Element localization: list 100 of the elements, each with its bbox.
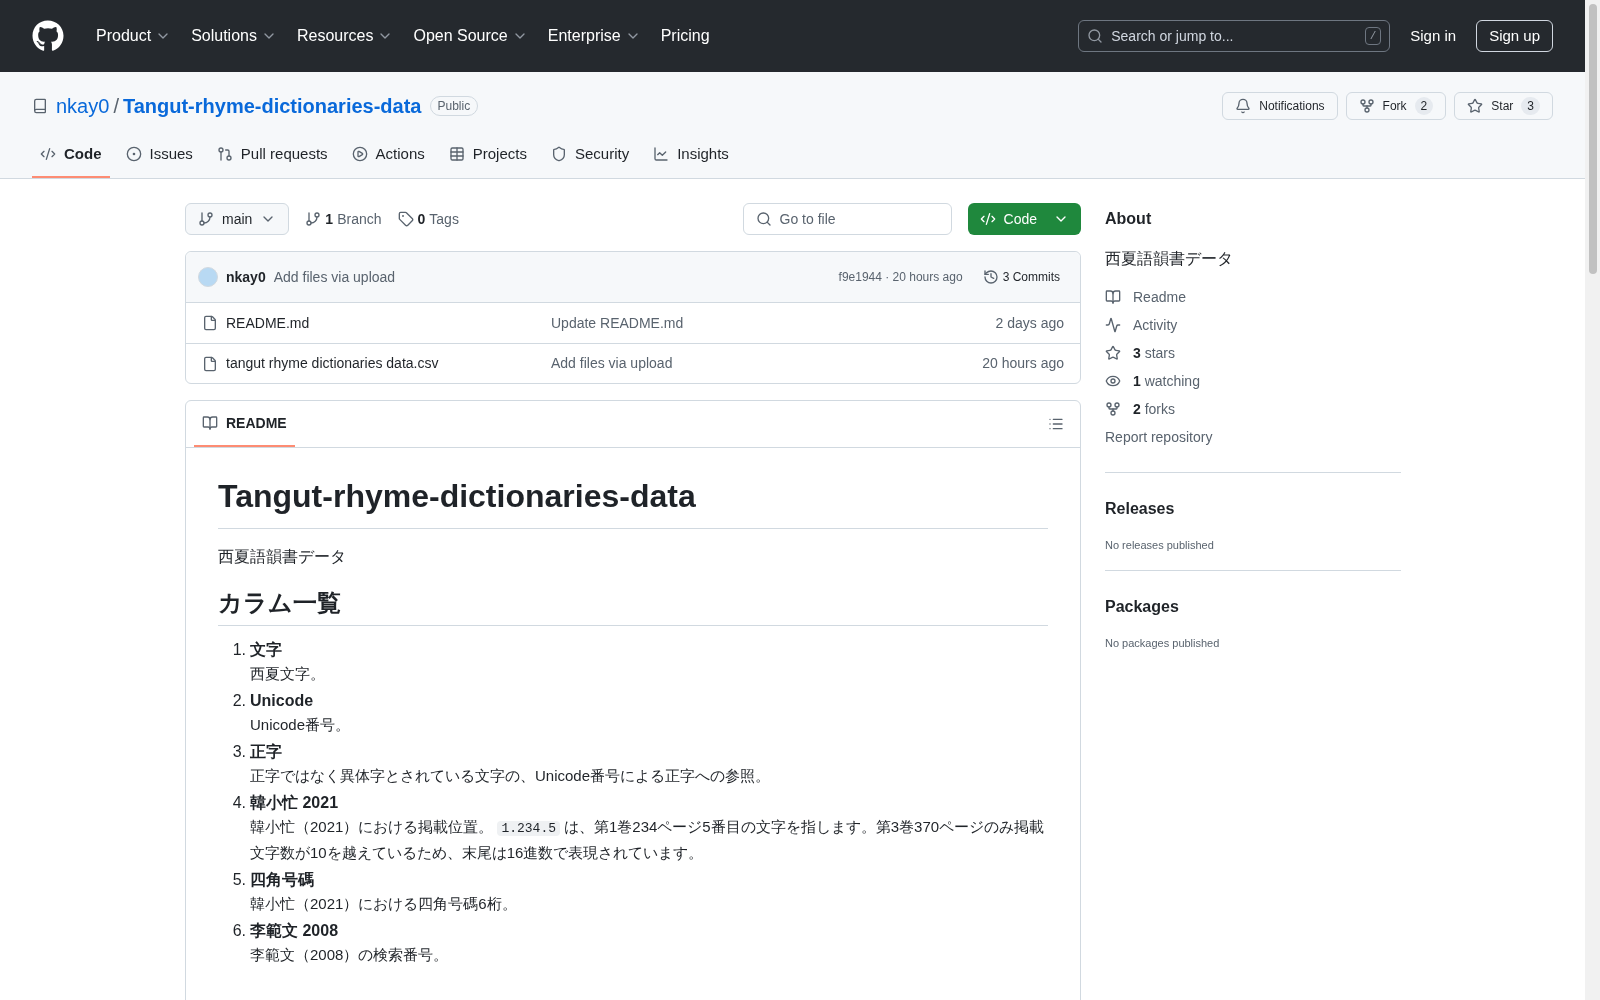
- about-description: 西夏語韻書データ: [1105, 249, 1234, 269]
- commit-author[interactable]: nkay0: [226, 266, 266, 288]
- repo-name-link[interactable]: Tangut-rhyme-dictionaries-data: [122, 91, 422, 121]
- count-label: 3: [1521, 97, 1540, 115]
- commit-message-link[interactable]: Add files via upload: [551, 353, 673, 374]
- repo-action-button[interactable]: Star 3: [1454, 92, 1553, 120]
- go-to-file-input[interactable]: Go to file: [779, 208, 939, 230]
- file-time: 20 hours ago: [982, 354, 1064, 373]
- column-description: Unicode番号。: [250, 715, 351, 735]
- nav-menu-item[interactable]: Enterprise: [539, 20, 649, 52]
- book-icon: [1105, 289, 1121, 305]
- github-logo-icon[interactable]: [32, 20, 64, 52]
- go-to-file-field[interactable]: Go to file: [742, 203, 952, 235]
- releases-note: No releases published: [1105, 538, 1215, 553]
- outline-icon[interactable]: [1048, 416, 1064, 432]
- avatar: [198, 267, 218, 287]
- column-name: 韓小忙 2021: [250, 793, 340, 813]
- nav-menu-item[interactable]: Resources: [288, 20, 402, 52]
- column-description: 正字ではなく異体字とされている文字の、Unicode番号による正字への参照。: [250, 766, 771, 786]
- column-name: 正字: [250, 742, 283, 762]
- repo-tab[interactable]: Insights: [645, 132, 737, 178]
- section-heading: カラム一覧: [218, 585, 1048, 626]
- nav-menu-item[interactable]: Solutions: [183, 20, 285, 52]
- about-heading: About: [1105, 209, 1153, 229]
- list-number: 5.: [231, 870, 247, 890]
- file-name-link[interactable]: README.md: [226, 312, 551, 334]
- column-description: 西夏文字。: [250, 664, 325, 684]
- repo-tab[interactable]: Projects: [440, 132, 535, 178]
- branches-link[interactable]: 1 Branch: [305, 208, 382, 230]
- code-icon: [979, 211, 996, 227]
- report-link[interactable]: Report repository: [1105, 427, 1401, 448]
- code-button[interactable]: Code: [967, 203, 1081, 235]
- about-link[interactable]: 2 forks: [1105, 399, 1401, 419]
- branch-icon: [305, 211, 322, 227]
- column-name: Unicode: [250, 691, 315, 711]
- sign-up-button[interactable]: Sign up: [1476, 20, 1553, 52]
- about-link[interactable]: Activity: [1105, 315, 1401, 335]
- book-icon: [202, 415, 218, 431]
- repo-tab[interactable]: Actions: [343, 132, 433, 178]
- list-number: 6.: [231, 921, 247, 941]
- list-number: 4.: [231, 793, 247, 813]
- list-number: 2.: [231, 691, 247, 711]
- column-description: 韓小忙（2021）における掲載位置。 1.234.5 は、第1巻234ページ5番目の文字を指します。第3巻370ページのみ掲載文字数が10を越えているため、末尾は16進数で表現されています。: [250, 817, 1046, 863]
- repo-tab[interactable]: Code: [32, 132, 110, 178]
- tag-icon: [397, 211, 414, 227]
- commit-message-link[interactable]: Update README.md: [551, 312, 684, 334]
- commit-hash-time: f9e1944 · 20 hours ago: [838, 269, 963, 286]
- nav-menu-item[interactable]: Product: [88, 20, 180, 52]
- search-field[interactable]: Search or jump to... /: [1078, 20, 1391, 52]
- packages-heading: Packages: [1105, 596, 1180, 617]
- repo-tab[interactable]: Security: [542, 132, 638, 178]
- branch-select[interactable]: main: [185, 203, 290, 235]
- list-number: 3.: [231, 742, 247, 762]
- scrollbar[interactable]: [1585, 0, 1600, 1000]
- branch-icon: [198, 211, 214, 227]
- tags-link[interactable]: 0 Tags: [397, 208, 459, 230]
- circle-dot-icon: [125, 146, 142, 162]
- shield-icon: [550, 146, 567, 162]
- repo-icon: [32, 98, 48, 114]
- path-separator: /: [113, 94, 119, 119]
- repo-tab[interactable]: Issues: [117, 132, 201, 178]
- about-link[interactable]: 3 stars: [1105, 343, 1401, 363]
- commit-message[interactable]: Add files via upload: [273, 266, 396, 288]
- history-icon: [982, 269, 999, 285]
- packages-note: No packages published: [1105, 635, 1221, 651]
- search-input[interactable]: Search or jump to...: [1111, 25, 1357, 47]
- column-name: 李範文 2008: [250, 921, 340, 941]
- eye-icon: [1105, 373, 1121, 389]
- sign-in-link[interactable]: Sign in: [1410, 24, 1457, 48]
- fork-icon: [1358, 98, 1375, 114]
- file-name-link[interactable]: tangut rhyme dictionaries data.csv: [226, 353, 551, 374]
- nav-menu-item[interactable]: Open Source: [405, 20, 536, 52]
- star-icon: [1467, 98, 1484, 114]
- bell-icon: [1235, 98, 1252, 114]
- readme-intro: 西夏語韻書データ: [218, 547, 347, 567]
- graph-icon: [653, 146, 670, 162]
- file-time: 2 days ago: [995, 313, 1064, 333]
- nav-menu-item[interactable]: Pricing: [652, 20, 718, 52]
- table-icon: [448, 146, 465, 162]
- about-link[interactable]: Readme: [1105, 287, 1401, 307]
- file-icon: [202, 315, 218, 331]
- about-link[interactable]: 1 watching: [1105, 371, 1401, 391]
- count-label: 2: [1414, 97, 1434, 115]
- repo-action-button[interactable]: Notifications: [1222, 92, 1338, 120]
- readme-title: Tangut-rhyme-dictionaries-data: [218, 472, 1048, 529]
- code-icon: [40, 146, 56, 162]
- star-icon: [1105, 345, 1121, 361]
- pulse-icon: [1105, 317, 1121, 333]
- file-icon: [202, 355, 218, 372]
- pull-request-icon: [216, 146, 233, 162]
- list-number: 1.: [231, 640, 247, 660]
- repo-tab[interactable]: Pull requests: [208, 132, 336, 178]
- search-icon: [1087, 28, 1104, 44]
- fork-icon: [1105, 401, 1121, 417]
- repo-action-button[interactable]: Fork 2: [1345, 92, 1447, 120]
- readme-tab[interactable]: README: [194, 401, 295, 447]
- commits-link[interactable]: 3 Commits: [982, 268, 1060, 286]
- owner-link[interactable]: nkay0: [56, 91, 110, 121]
- play-icon: [351, 146, 368, 162]
- column-description: 李範文（2008）の検索番号。: [250, 945, 449, 965]
